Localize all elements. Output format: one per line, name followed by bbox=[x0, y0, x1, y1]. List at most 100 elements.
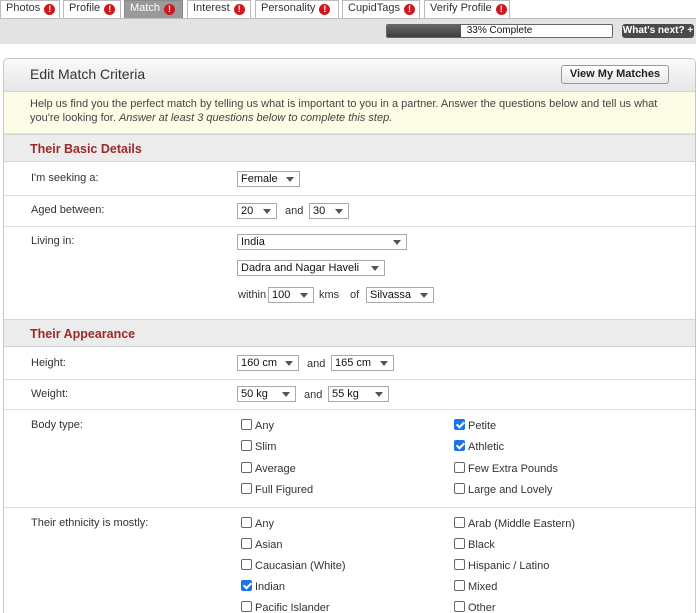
checkbox-option[interactable]: Few Extra Pounds bbox=[454, 461, 558, 475]
and-text: and bbox=[307, 358, 326, 370]
within-text: within bbox=[238, 289, 267, 301]
height-from-select[interactable]: 160 cm bbox=[237, 355, 299, 371]
checkbox-option[interactable]: Mixed bbox=[454, 580, 497, 593]
tab-label: Match bbox=[130, 2, 160, 14]
alert-icon: ! bbox=[403, 4, 415, 15]
checkbox-option[interactable]: Average bbox=[241, 461, 296, 475]
checkbox-option[interactable]: Petite bbox=[454, 419, 496, 432]
height-label: Height: bbox=[31, 357, 66, 369]
checkbox-option[interactable]: Other bbox=[454, 601, 496, 613]
checkbox-unchecked-icon[interactable] bbox=[241, 538, 252, 549]
edit-match-panel: Edit Match Criteria View My Matches Help… bbox=[3, 58, 696, 613]
checkbox-option[interactable]: Large and Lovely bbox=[454, 482, 552, 496]
checkbox-option[interactable]: Black bbox=[454, 538, 495, 551]
tab-match[interactable]: Match! bbox=[124, 0, 183, 18]
intro-instruction: Answer at least 3 questions below to com… bbox=[118, 112, 393, 124]
tab-label: CupidTags bbox=[348, 2, 400, 14]
and-text: and bbox=[285, 205, 304, 217]
checkbox-option[interactable]: Athletic bbox=[454, 440, 504, 453]
tab-label: Personality bbox=[261, 2, 316, 14]
checkbox-label: Athletic bbox=[468, 441, 505, 454]
city-select[interactable]: Silvassa bbox=[366, 287, 434, 303]
checkbox-label: Arab (Middle Eastern) bbox=[468, 518, 575, 530]
checkbox-unchecked-icon[interactable] bbox=[454, 517, 465, 528]
intro-notice: Help us find you the perfect match by te… bbox=[4, 92, 695, 134]
checkbox-unchecked-icon[interactable] bbox=[241, 419, 252, 430]
state-select[interactable]: Dadra and Nagar Haveli bbox=[237, 260, 385, 276]
view-my-matches-button[interactable]: View My Matches bbox=[561, 65, 669, 84]
checkbox-unchecked-icon[interactable] bbox=[241, 440, 252, 452]
divider bbox=[4, 507, 695, 508]
tab-personality[interactable]: Personality! bbox=[255, 0, 339, 18]
checkbox-option[interactable]: Arab (Middle Eastern) bbox=[454, 517, 575, 530]
checkbox-label: Few Extra Pounds bbox=[468, 462, 558, 475]
country-select[interactable]: India bbox=[237, 234, 407, 250]
alert-icon: ! bbox=[233, 4, 245, 15]
kms-text: kms bbox=[319, 289, 340, 301]
age-from-select[interactable]: 20 bbox=[237, 203, 277, 219]
weight-from-select[interactable]: 50 kg bbox=[237, 386, 296, 402]
checkbox-label: Any bbox=[255, 518, 274, 530]
checkbox-unchecked-icon[interactable] bbox=[454, 601, 465, 612]
checkbox-option[interactable]: Pacific Islander bbox=[241, 601, 330, 613]
page-title: Edit Match Criteria bbox=[30, 66, 146, 82]
tab-label: Photos bbox=[6, 2, 41, 14]
checkbox-unchecked-icon[interactable] bbox=[241, 482, 252, 494]
checkbox-checked-icon[interactable] bbox=[241, 580, 252, 591]
tab-interest[interactable]: Interest! bbox=[187, 0, 251, 18]
tab-profile[interactable]: Profile! bbox=[63, 0, 121, 18]
checkbox-option[interactable]: Asian bbox=[241, 538, 283, 551]
checkbox-unchecked-icon[interactable] bbox=[454, 461, 465, 473]
checkbox-unchecked-icon[interactable] bbox=[454, 538, 465, 549]
checkbox-unchecked-icon[interactable] bbox=[241, 461, 252, 473]
completion-progress-bar: 33% Complete bbox=[386, 24, 613, 38]
checkbox-option[interactable]: Any bbox=[241, 517, 274, 530]
seeking-select[interactable]: Female bbox=[237, 171, 300, 187]
section-appearance: Their Appearance bbox=[4, 319, 695, 347]
divider bbox=[4, 226, 695, 227]
checkbox-unchecked-icon[interactable] bbox=[454, 559, 465, 570]
checkbox-option[interactable]: Hispanic / Latino bbox=[454, 559, 549, 572]
checkbox-option[interactable]: Slim bbox=[241, 440, 276, 453]
tab-label: Interest bbox=[193, 2, 230, 14]
divider bbox=[4, 379, 695, 380]
alert-icon: ! bbox=[495, 4, 507, 15]
tab-cupidtags[interactable]: CupidTags! bbox=[342, 0, 420, 18]
age-to-select[interactable]: 30 bbox=[309, 203, 349, 219]
divider bbox=[4, 409, 695, 410]
profile-tabs: Photos! Profile! Match! Interest! Person… bbox=[0, 0, 696, 18]
height-to-select[interactable]: 165 cm bbox=[331, 355, 394, 371]
checkbox-checked-icon[interactable] bbox=[454, 419, 465, 430]
checkbox-option[interactable]: Any bbox=[241, 419, 274, 432]
whats-next-button[interactable]: What's next? + bbox=[622, 24, 694, 38]
checkbox-unchecked-icon[interactable] bbox=[454, 482, 465, 494]
checkbox-unchecked-icon[interactable] bbox=[241, 559, 252, 570]
progress-label: 33% Complete bbox=[466, 25, 533, 36]
divider bbox=[4, 195, 695, 196]
checkbox-unchecked-icon[interactable] bbox=[241, 601, 252, 612]
checkbox-option[interactable]: Full Figured bbox=[241, 482, 313, 496]
section-title: Their Appearance bbox=[30, 327, 136, 341]
checkbox-option[interactable]: Caucasian (White) bbox=[241, 559, 345, 572]
tab-verify-profile[interactable]: Verify Profile! bbox=[424, 0, 510, 18]
checkbox-unchecked-icon[interactable] bbox=[454, 580, 465, 591]
checkbox-unchecked-icon[interactable] bbox=[241, 517, 252, 528]
ethnicity-label: Their ethnicity is mostly: bbox=[31, 517, 149, 529]
distance-select[interactable]: 100 bbox=[268, 287, 314, 303]
checkbox-label: Caucasian (White) bbox=[255, 560, 346, 572]
checkbox-label: Indian bbox=[255, 581, 285, 593]
of-text: of bbox=[350, 289, 360, 301]
section-title: Their Basic Details bbox=[30, 142, 142, 156]
tab-photos[interactable]: Photos! bbox=[0, 0, 60, 18]
checkbox-checked-icon[interactable] bbox=[454, 440, 465, 452]
checkbox-label: Hispanic / Latino bbox=[468, 560, 550, 572]
living-label: Living in: bbox=[31, 235, 75, 247]
checkbox-label: Mixed bbox=[468, 581, 498, 593]
and-text: and bbox=[304, 389, 323, 401]
age-label: Aged between: bbox=[31, 204, 105, 216]
weight-to-select[interactable]: 55 kg bbox=[328, 386, 389, 402]
body-type-label: Body type: bbox=[31, 419, 83, 431]
checkbox-label: Slim bbox=[255, 441, 277, 454]
checkbox-option[interactable]: Indian bbox=[241, 580, 285, 593]
alert-icon: ! bbox=[104, 4, 116, 15]
